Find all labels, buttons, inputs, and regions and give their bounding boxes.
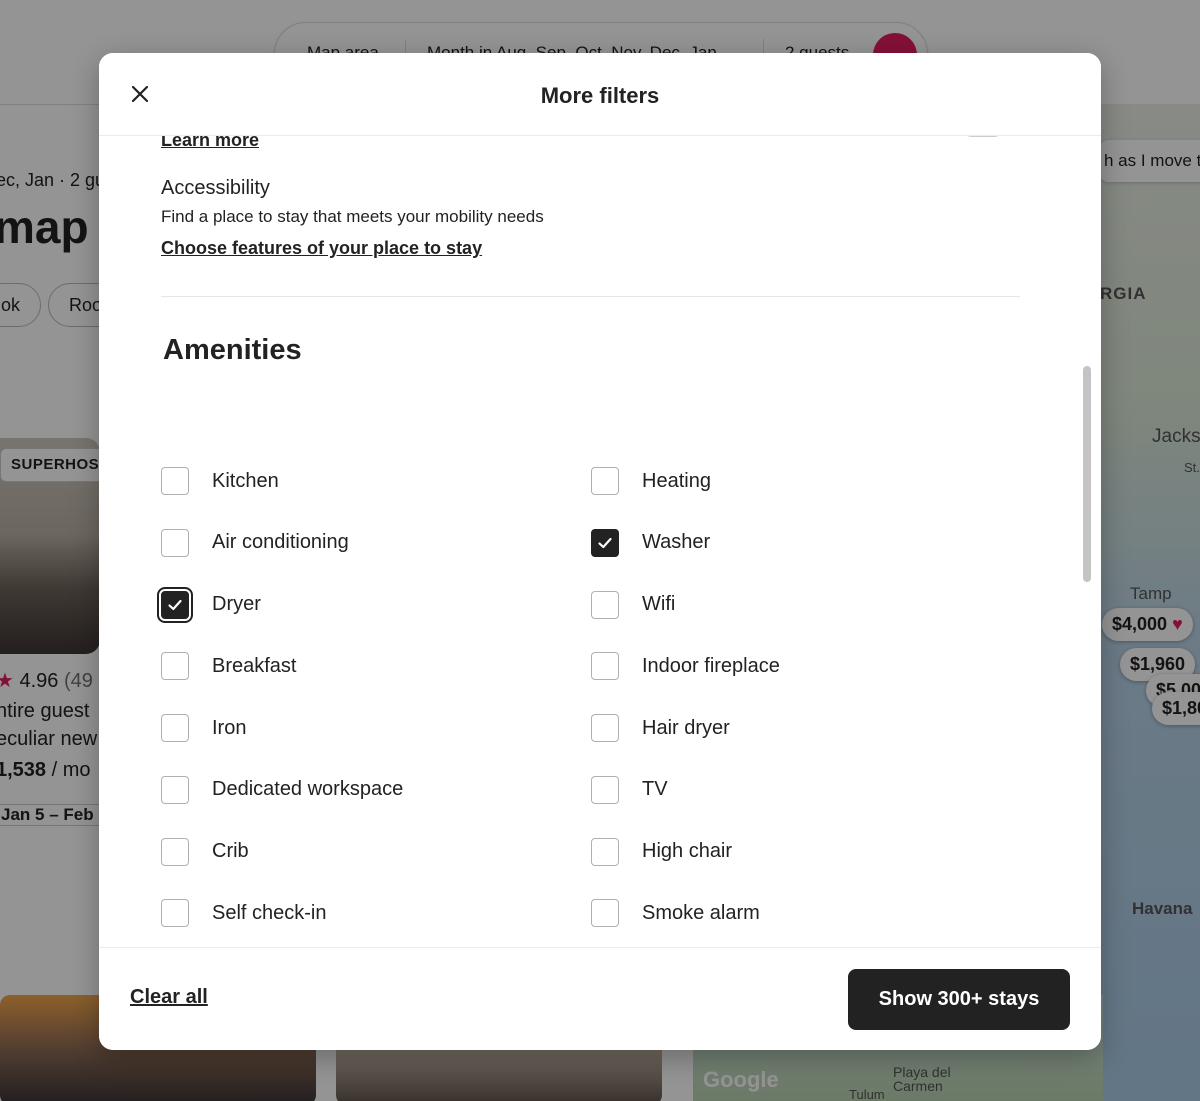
- section-divider: [161, 296, 1020, 297]
- amenity-checkbox[interactable]: [591, 467, 619, 495]
- amenity-checkbox[interactable]: [591, 837, 619, 866]
- amenity-dryer[interactable]: Dryer: [157, 586, 261, 623]
- accessibility-features-link[interactable]: Choose features of your place to stay: [161, 238, 482, 259]
- check-icon: [598, 537, 612, 548]
- modal-scrollbar[interactable]: [1083, 286, 1091, 947]
- amenity-label: Iron: [212, 716, 247, 739]
- accessibility-description: Find a place to stay that meets your mob…: [161, 207, 544, 226]
- scrollbar-thumb[interactable]: [1083, 366, 1091, 582]
- amenity-checkbox[interactable]: [161, 652, 189, 681]
- amenity-label: Dedicated workspace: [212, 778, 404, 801]
- amenity-label: Kitchen: [212, 469, 279, 492]
- amenity-smoke-alarm[interactable]: Smoke alarm: [591, 896, 760, 930]
- amenity-checkbox[interactable]: [161, 467, 189, 495]
- amenity-checkbox[interactable]: [161, 714, 189, 742]
- amenity-washer[interactable]: Washer: [591, 526, 710, 560]
- amenity-label: Hair dryer: [642, 716, 730, 739]
- amenity-checkbox[interactable]: [161, 837, 189, 866]
- amenity-breakfast[interactable]: Breakfast: [161, 649, 296, 683]
- amenity-label: Breakfast: [212, 654, 297, 677]
- clear-all-button[interactable]: Clear all: [130, 986, 208, 1009]
- amenity-label: High chair: [642, 840, 733, 862]
- modal-footer: Clear all Show 300+ stays: [99, 947, 1101, 1050]
- modal-header: More filters: [99, 53, 1101, 136]
- amenity-checkbox[interactable]: [157, 586, 193, 623]
- amenity-tv[interactable]: TV: [591, 773, 668, 807]
- amenity-label: Wifi: [642, 593, 676, 615]
- amenity-high-chair[interactable]: High chair: [591, 835, 732, 869]
- amenity-iron[interactable]: Iron: [161, 711, 246, 745]
- accessibility-title: Accessibility: [161, 177, 270, 199]
- more-filters-modal: More filters Learn more Accessibility Fi…: [99, 53, 1101, 1050]
- amenity-kitchen[interactable]: Kitchen: [161, 464, 279, 498]
- amenity-heating[interactable]: Heating: [591, 464, 711, 498]
- amenity-label: Heating: [642, 469, 711, 492]
- amenity-wifi[interactable]: Wifi: [591, 588, 675, 622]
- amenity-checkbox[interactable]: [591, 652, 619, 681]
- amenity-air-conditioning[interactable]: Air conditioning: [161, 526, 349, 560]
- amenity-checkbox[interactable]: [591, 775, 619, 804]
- amenity-checkbox[interactable]: [161, 528, 189, 557]
- amenity-crib[interactable]: Crib: [161, 835, 249, 869]
- amenity-dedicated-workspace[interactable]: Dedicated workspace: [161, 773, 403, 807]
- toggle-switch[interactable]: [962, 136, 1004, 137]
- amenity-indoor-fireplace[interactable]: Indoor fireplace: [591, 649, 780, 683]
- amenity-checkbox[interactable]: [591, 528, 619, 557]
- amenity-label: Indoor fireplace: [642, 654, 780, 677]
- amenity-checkbox[interactable]: [161, 899, 189, 928]
- amenities-title: Amenities: [163, 334, 302, 366]
- show-stays-button[interactable]: Show 300+ stays: [848, 969, 1070, 1030]
- amenity-label: Smoke alarm: [642, 901, 760, 924]
- amenity-label: Crib: [212, 840, 249, 862]
- amenity-label: TV: [642, 778, 668, 801]
- amenity-label: Dryer: [212, 593, 261, 615]
- learn-more-link[interactable]: Learn more: [161, 136, 259, 151]
- amenity-hair-dryer[interactable]: Hair dryer: [591, 711, 730, 745]
- modal-title: More filters: [540, 83, 660, 108]
- amenity-self-check-in[interactable]: Self check-in: [161, 896, 327, 930]
- amenity-checkbox[interactable]: [591, 590, 619, 619]
- amenity-label: Self check-in: [212, 901, 327, 924]
- modal-body[interactable]: Learn more Accessibility Find a place to…: [99, 136, 1101, 947]
- amenity-label: Air conditioning: [212, 531, 349, 554]
- amenity-label: Washer: [642, 531, 711, 554]
- amenity-checkbox[interactable]: [591, 714, 619, 742]
- check-icon: [168, 599, 182, 610]
- amenity-checkbox[interactable]: [161, 775, 189, 804]
- amenity-checkbox[interactable]: [591, 899, 619, 928]
